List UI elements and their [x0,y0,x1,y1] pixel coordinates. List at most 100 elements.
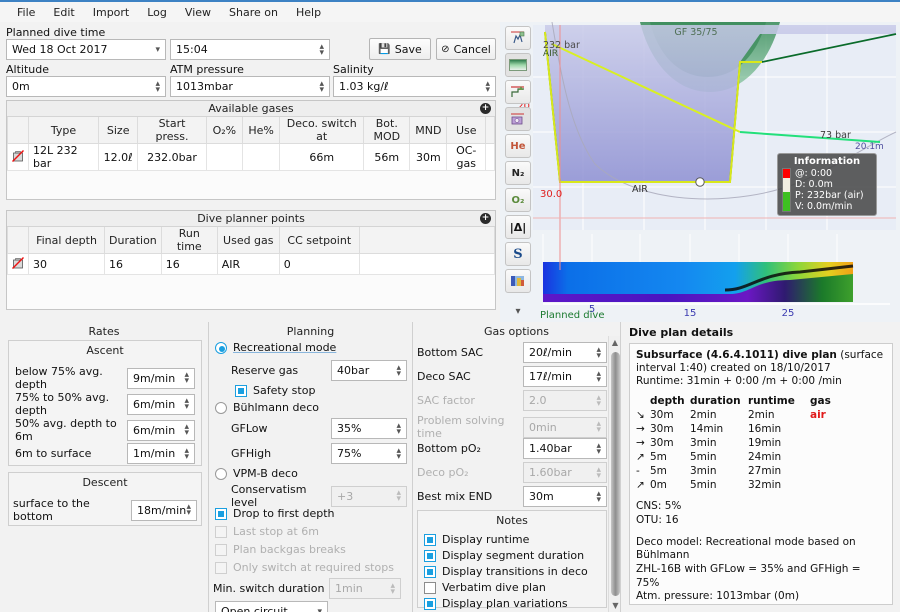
profile-tool-subsurface[interactable]: S [505,242,531,266]
descent-row-0-spin[interactable]: 18m/min ▴ ▾ [131,499,197,521]
spinner-arrows-icon[interactable]: ▴ ▾ [155,77,160,96]
gases-col-bot-mod[interactable]: Bot. MOD [363,117,411,144]
pp-col-used-gas[interactable]: Used gas [216,227,280,254]
note-display-transitions-row[interactable]: Display transitions in deco [424,565,588,578]
pp-col-cc-setpoint[interactable]: CC setpoint [278,227,360,254]
spinner-arrows-icon[interactable]: ▴ ▾ [396,444,401,463]
note-display-plan-variations-row[interactable]: Display plan variations [424,597,568,610]
cancel-button[interactable]: ⊘ Cancel [436,38,496,60]
display-transitions-checkbox[interactable] [424,565,436,578]
display-segment-duration-checkbox[interactable] [424,549,436,562]
dive-time-spin[interactable]: 15:04 ▴ ▾ [170,39,330,60]
spinner-arrows-icon[interactable]: ▴ ▾ [596,439,601,458]
pp-col-run-time[interactable]: Run time [160,227,218,254]
altitude-spin[interactable]: 0m ▴ ▾ [6,76,166,97]
gas-o2-cell[interactable] [205,143,244,171]
menu-file[interactable]: File [8,4,44,21]
buhlmann-deco-radio[interactable] [215,401,227,414]
pp-duration-cell[interactable]: 16 [104,253,162,275]
gas-start-press-cell[interactable]: 232.0bar [137,143,207,171]
gases-col-type[interactable]: Type [28,117,99,144]
profile-tool-scale[interactable] [505,26,531,50]
dive-date-combo[interactable]: Wed 18 Oct 2017 ▾ [6,39,166,60]
circuit-type-combo[interactable]: Open circuit ▾ [215,601,328,612]
recreational-mode-radio[interactable] [215,341,227,354]
gases-col-size[interactable]: Size [97,117,139,144]
profile-tool-ruler[interactable] [505,80,531,104]
safety-stop-checkbox[interactable] [235,384,247,397]
menu-import[interactable]: Import [84,4,139,21]
gas-type-cell[interactable]: 12L 232 bar [28,143,99,171]
spinner-arrows-icon[interactable]: ▴ ▾ [485,77,490,96]
vpmb-deco-radio[interactable] [215,467,227,480]
pp-final-depth-cell[interactable]: 30 [28,253,105,275]
spinner-arrows-icon[interactable]: ▴ ▾ [596,343,601,362]
gases-col-mnd[interactable]: MND [409,117,448,144]
gases-col-deco-switch[interactable]: Deco. switch at [279,117,365,144]
note-display-runtime-row[interactable]: Display runtime [424,533,529,546]
profile-tool-heatmap[interactable] [505,53,531,77]
buhlmann-deco-radio-row[interactable]: Bühlmann deco [215,401,319,414]
dive-profile-graph[interactable]: 10 20 30 232 bar AIR AIR 30.0 73 bar 20.… [500,21,900,322]
note-display-segment-duration-row[interactable]: Display segment duration [424,549,584,562]
delete-planner-point-button[interactable] [7,253,29,275]
vpmb-deco-radio-row[interactable]: VPM-B deco [215,467,298,480]
profile-tool-o2[interactable]: O₂ [505,188,531,212]
display-runtime-checkbox[interactable] [424,533,436,546]
ascent-row-3-spin[interactable]: 1m/min ▴ ▾ [127,443,195,464]
spinner-arrows-icon[interactable]: ▴ ▾ [184,395,189,414]
dive-plan-details-text[interactable]: Subsurface (4.6.4.1011) dive plan (surfa… [629,343,893,605]
spinner-arrows-icon[interactable]: ▴ ▾ [184,444,189,463]
pp-col-final-depth[interactable]: Final depth [28,227,105,254]
gases-col-use[interactable]: Use [446,117,486,144]
ascent-row-0-spin[interactable]: 9m/min ▴ ▾ [127,367,195,389]
add-gas-button[interactable]: + [480,103,491,114]
profile-tool-tissues[interactable] [505,269,531,293]
bottom-sac-spin[interactable]: 20ℓ/min ▴ ▾ [523,342,607,363]
table-row[interactable]: 30 16 16 AIR 0 [7,253,496,275]
save-button[interactable]: 💾 Save [369,38,431,60]
spinner-arrows-icon[interactable]: ▴ ▾ [319,77,324,96]
display-plan-variations-checkbox[interactable] [424,597,436,610]
gfhigh-spin[interactable]: 75% ▴ ▾ [331,443,407,464]
spinner-arrows-icon[interactable]: ▴ ▾ [186,501,191,520]
salinity-spin[interactable]: 1.03 kg/ℓ ▴ ▾ [333,76,496,97]
menu-edit[interactable]: Edit [44,4,83,21]
spinner-arrows-icon[interactable]: ▴ ▾ [396,361,401,380]
scrollbar-thumb[interactable] [611,352,620,596]
ascent-row-1-spin[interactable]: 6m/min ▴ ▾ [127,393,195,415]
spinner-arrows-icon[interactable]: ▴ ▾ [396,419,401,438]
spinner-arrows-icon[interactable]: ▴ ▾ [596,487,601,506]
gas-size-cell[interactable]: 12.0ℓ [97,143,139,171]
gas-deco-switch-cell[interactable]: 66m [279,143,365,171]
pp-used-gas-cell[interactable]: AIR [216,253,280,275]
gases-col-start-press[interactable]: Start press. [137,117,207,144]
spinner-arrows-icon[interactable]: ▴ ▾ [596,367,601,386]
profile-tool-photo[interactable] [505,107,531,131]
gas-use-cell[interactable]: OC-gas [446,143,486,171]
menu-log[interactable]: Log [138,4,176,21]
delete-gas-button[interactable] [7,143,29,171]
gas-mnd-cell[interactable]: 30m [409,143,448,171]
profile-toolbar-expand[interactable]: ▾ [505,303,531,319]
gflow-spin[interactable]: 35% ▴ ▾ [331,418,407,439]
pp-cc-setpoint-cell[interactable]: 0 [278,253,360,275]
deco-sac-spin[interactable]: 17ℓ/min ▴ ▾ [523,366,607,387]
drop-to-first-depth-row[interactable]: Drop to first depth [215,507,335,520]
reserve-gas-spin[interactable]: 40bar ▴ ▾ [331,360,407,381]
profile-tool-he[interactable]: He [505,134,531,158]
note-verbatim-plan-row[interactable]: Verbatim dive plan [424,581,546,594]
safety-stop-row[interactable]: Safety stop [235,384,315,397]
gas-he-cell[interactable] [242,143,281,171]
menu-view[interactable]: View [176,4,220,21]
recreational-mode-radio-row[interactable]: Recreational mode [215,341,336,354]
table-row[interactable]: 12L 232 bar 12.0ℓ 232.0bar 66m 56m 30m O… [7,143,495,171]
pp-col-duration[interactable]: Duration [104,227,162,254]
menu-share-on[interactable]: Share on [220,4,287,21]
atm-pressure-spin[interactable]: 1013mbar ▴ ▾ [170,76,330,97]
spinner-arrows-icon[interactable]: ▴ ▾ [319,40,324,59]
pp-run-time-cell[interactable]: 16 [160,253,218,275]
add-planner-point-button[interactable]: + [480,213,491,224]
verbatim-dive-plan-checkbox[interactable] [424,581,436,594]
profile-tool-deltas[interactable]: |Δ| [505,215,531,239]
